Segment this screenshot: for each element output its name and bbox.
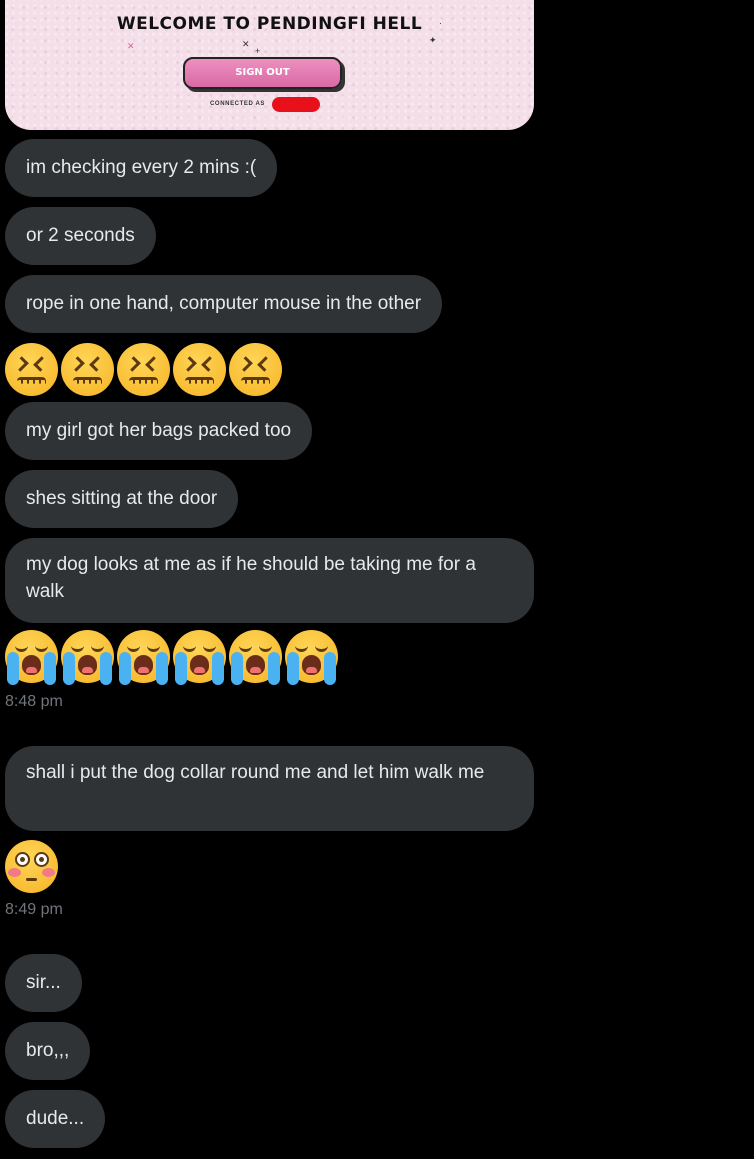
card-title: WELCOME TO PENDINGFI HELL bbox=[116, 14, 423, 34]
loudly-crying-face-icon bbox=[117, 630, 170, 685]
message-timestamp: 8:48 pm bbox=[5, 693, 63, 710]
message-bubble[interactable]: my dog looks at me as if he should be ta… bbox=[5, 538, 534, 623]
message-bubble[interactable]: or 2 seconds bbox=[5, 207, 156, 265]
connected-as-label: CONNECTED AS bbox=[210, 101, 265, 107]
loudly-crying-face-icon bbox=[229, 630, 282, 685]
message-bubble[interactable]: bro,,, bbox=[5, 1022, 91, 1080]
sparkle-icon: + bbox=[255, 46, 261, 56]
message-bubble[interactable]: sir... bbox=[5, 954, 82, 1012]
confounded-face-icon bbox=[229, 343, 282, 396]
sign-out-button: SIGN OUT bbox=[183, 57, 342, 89]
message-bubble[interactable]: shall i put the dog collar round me and … bbox=[5, 746, 534, 831]
flushed-face-icon bbox=[5, 840, 58, 893]
emoji-message[interactable] bbox=[5, 343, 282, 399]
redaction-mark bbox=[272, 97, 320, 112]
confounded-face-icon bbox=[5, 343, 58, 396]
message-bubble[interactable]: my girl got her bags packed too bbox=[5, 402, 313, 460]
confounded-face-icon bbox=[117, 343, 170, 396]
confounded-face-icon bbox=[61, 343, 114, 396]
sparkle-icon: · bbox=[439, 18, 442, 28]
message-timestamp: 8:49 pm bbox=[5, 901, 63, 918]
sparkle-icon: ✕ bbox=[127, 41, 135, 51]
message-bubble[interactable]: im checking every 2 mins :( bbox=[5, 139, 278, 197]
sparkle-icon: ✕ bbox=[242, 39, 250, 49]
loudly-crying-face-icon bbox=[173, 630, 226, 685]
sparkle-icon: ✦ bbox=[429, 35, 437, 45]
emoji-message[interactable] bbox=[5, 630, 338, 686]
loudly-crying-face-icon bbox=[61, 630, 114, 685]
message-bubble[interactable]: rope in one hand, computer mouse in the … bbox=[5, 275, 443, 333]
loudly-crying-face-icon bbox=[285, 630, 338, 685]
emoji-message[interactable] bbox=[5, 840, 58, 896]
confounded-face-icon bbox=[173, 343, 226, 396]
loudly-crying-face-icon bbox=[5, 630, 58, 685]
attached-image-card[interactable]: WELCOME TO PENDINGFI HELL ✕ ✕ + ✦ · SIGN… bbox=[5, 0, 534, 130]
message-bubble[interactable]: dude... bbox=[5, 1090, 106, 1148]
message-bubble[interactable]: shes sitting at the door bbox=[5, 470, 239, 528]
